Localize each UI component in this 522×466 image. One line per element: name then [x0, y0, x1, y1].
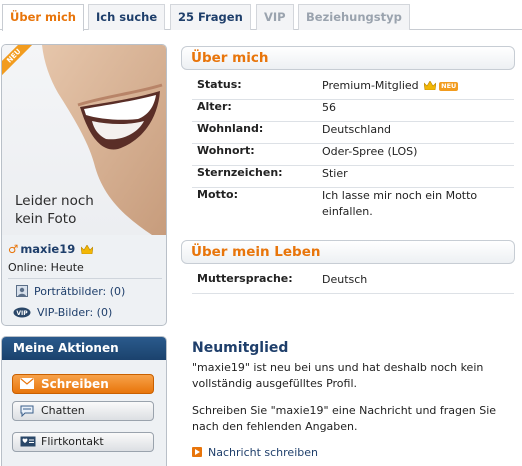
new-member-title: Neumitglied: [192, 340, 289, 356]
no-photo-text: Leider noch kein Foto: [15, 193, 94, 227]
profile-tab-bar: Über mich Ich suche 25 Fragen VIP Bezieh…: [0, 0, 522, 31]
portrait-icon: [16, 285, 28, 297]
online-status: Online: Heute: [8, 261, 84, 274]
my-actions-panel: Meine Aktionen Schreiben Chatten Flirtko…: [1, 336, 167, 466]
write-message-link[interactable]: Nachricht schreiben: [192, 446, 318, 459]
age-row: Alter: 56: [192, 100, 514, 122]
chat-button[interactable]: Chatten: [12, 401, 154, 421]
native-language-label: Muttersprache:: [197, 272, 293, 285]
city-value: Oder-Spree (LOS): [322, 145, 418, 158]
about-me-header: Über mich: [181, 46, 515, 70]
country-row: Wohnland: Deutschland: [192, 122, 514, 144]
male-symbol-icon: ♂: [8, 242, 19, 256]
vip-icon: VIP: [13, 307, 31, 318]
tab-beziehungstyp[interactable]: Beziehungstyp: [298, 4, 410, 30]
motto-label: Motto:: [197, 188, 238, 201]
chat-bubble-icon: [20, 405, 34, 417]
envelope-icon: [20, 378, 34, 389]
tab-ich-suche[interactable]: Ich suche: [88, 4, 166, 30]
native-language-row: Muttersprache: Deutsch: [192, 272, 514, 294]
username-row[interactable]: ♂ maxie19: [8, 242, 94, 256]
arrow-right-icon: [192, 447, 202, 457]
profile-card: NEU Leider noch kein Foto ♂ maxie19 Onlin…: [1, 44, 167, 326]
premium-crown-icon: [81, 245, 94, 254]
svg-text:VIP: VIP: [16, 310, 28, 317]
zodiac-row: Sternzeichen: Stier: [192, 166, 514, 188]
write-message-button[interactable]: Schreiben: [12, 374, 154, 394]
new-badge: NEU: [439, 82, 459, 91]
tab-vip[interactable]: VIP: [256, 4, 294, 30]
divider: [8, 278, 162, 279]
premium-crown-icon: [424, 81, 437, 90]
portrait-images-link[interactable]: Porträtbilder: (0): [16, 285, 125, 298]
new-member-text-1: "maxie19" ist neu bei uns und hat deshal…: [192, 361, 484, 390]
zodiac-value: Stier: [322, 167, 348, 180]
status-row: Status: Premium-Mitglied NEU: [192, 78, 514, 100]
profile-photo-placeholder[interactable]: NEU Leider noch kein Foto: [2, 45, 166, 235]
about-my-life-header: Über mein Leben: [181, 240, 515, 264]
flirt-contact-button[interactable]: Flirtkontakt: [12, 432, 154, 452]
username[interactable]: maxie19: [20, 242, 75, 256]
motto-row: Motto: Ich lasse mir noch ein Motto einf…: [192, 188, 514, 226]
my-actions-title: Meine Aktionen: [2, 337, 166, 360]
status-value: Premium-Mitglied NEU: [322, 79, 459, 92]
motto-value: Ich lasse mir noch ein Motto einfallen.: [322, 189, 478, 218]
status-label: Status:: [197, 78, 242, 91]
tab-25-fragen[interactable]: 25 Fragen: [170, 4, 251, 30]
country-value: Deutschland: [322, 123, 392, 136]
zodiac-label: Sternzeichen:: [197, 166, 283, 179]
new-ribbon: NEU: [2, 45, 35, 78]
city-row: Wohnort: Oder-Spree (LOS): [192, 144, 514, 166]
age-label: Alter:: [197, 100, 232, 113]
city-label: Wohnort:: [197, 144, 255, 157]
age-value: 56: [322, 101, 336, 114]
country-label: Wohnland:: [197, 122, 264, 135]
native-language-value: Deutsch: [322, 273, 368, 286]
vip-images-link[interactable]: VIP VIP-Bilder: (0): [13, 306, 112, 319]
flirt-card-icon: [20, 436, 36, 447]
tab-ueber-mich[interactable]: Über mich: [2, 4, 84, 31]
new-member-text-2: Schreiben Sie "maxie19" eine Nachricht u…: [192, 404, 497, 433]
